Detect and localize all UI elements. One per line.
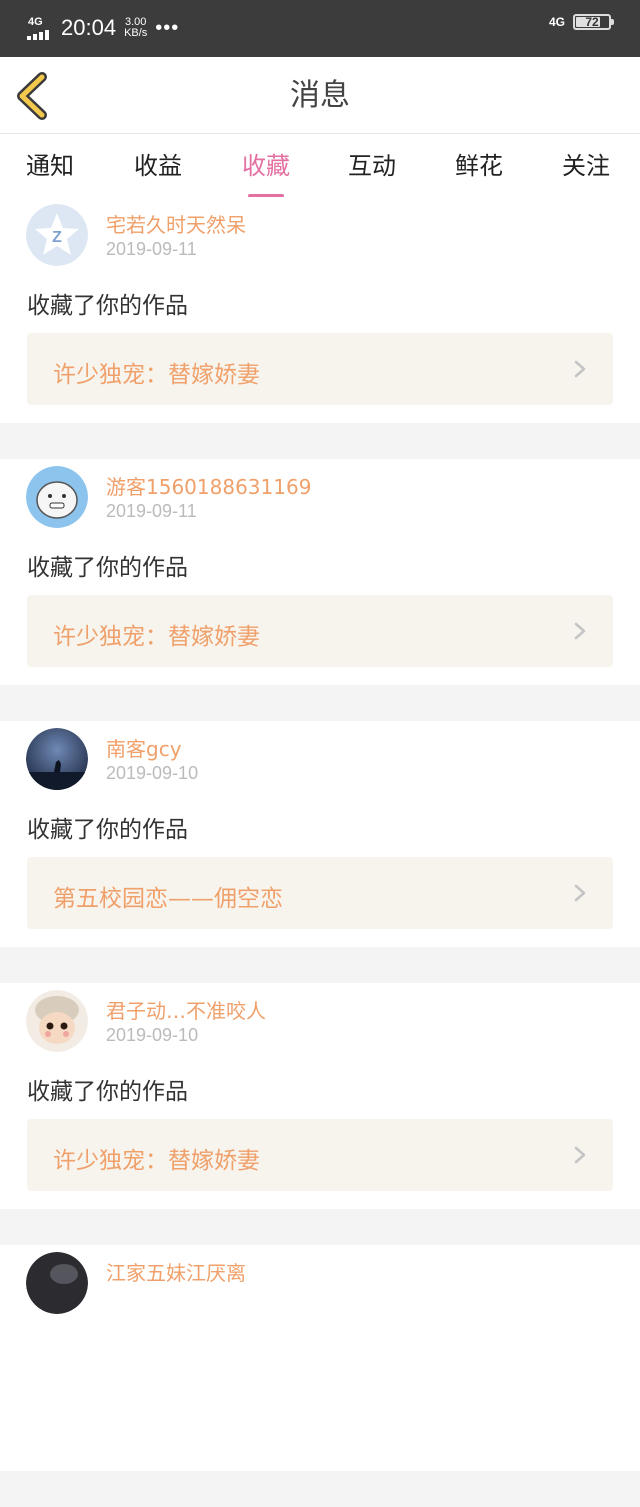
action-text: 收藏了你的作品 bbox=[27, 293, 188, 319]
username[interactable]: 宅若久时天然呆 bbox=[106, 209, 246, 238]
tab-interaction[interactable]: 互动 bbox=[348, 146, 396, 186]
work-link[interactable]: 第五校园恋——佣空恋 bbox=[27, 857, 613, 929]
chevron-right-icon bbox=[574, 1146, 586, 1164]
work-link[interactable]: 许少独宠：替嫁娇妻 bbox=[27, 333, 613, 405]
notification-card: 君子动…不准咬人 2019-09-10 收藏了你的作品 许少独宠：替嫁娇妻 bbox=[0, 983, 640, 1209]
tab-follow[interactable]: 关注 bbox=[562, 146, 610, 186]
work-title: 许少独宠：替嫁娇妻 bbox=[53, 624, 260, 650]
date: 2019-09-11 bbox=[106, 239, 197, 259]
cartoon-avatar-icon[interactable] bbox=[26, 466, 88, 528]
work-title: 许少独宠：替嫁娇妻 bbox=[53, 362, 260, 388]
notification-list: Z 宅若久时天然呆 2019-09-11 收藏了你的作品 许少独宠：替嫁娇妻 游… bbox=[0, 197, 640, 1507]
tab-notice[interactable]: 通知 bbox=[26, 146, 74, 186]
dark-avatar-icon[interactable] bbox=[26, 1252, 88, 1314]
tab-flowers[interactable]: 鲜花 bbox=[455, 146, 503, 186]
username[interactable]: 南客gcy bbox=[106, 733, 182, 762]
notification-card: 江家五妹江厌离 bbox=[0, 1245, 640, 1471]
tab-bar: 通知 收益 收藏 互动 鲜花 关注 bbox=[0, 134, 640, 198]
more-dots-icon: ••• bbox=[155, 16, 180, 39]
signal-icon: 4G bbox=[27, 14, 55, 42]
username[interactable]: 君子动…不准咬人 bbox=[106, 995, 266, 1024]
work-title: 第五校园恋——佣空恋 bbox=[53, 886, 283, 912]
action-text: 收藏了你的作品 bbox=[27, 817, 188, 843]
tab-income[interactable]: 收益 bbox=[134, 146, 182, 186]
network-4g-icon: 4G bbox=[548, 15, 565, 29]
action-text: 收藏了你的作品 bbox=[27, 1079, 188, 1105]
username[interactable]: 江家五妹江厌离 bbox=[106, 1257, 246, 1286]
header: 消息 bbox=[0, 57, 640, 134]
notification-card: 南客gcy 2019-09-10 收藏了你的作品 第五校园恋——佣空恋 bbox=[0, 721, 640, 947]
date: 2019-09-10 bbox=[106, 1025, 199, 1045]
work-link[interactable]: 许少独宠：替嫁娇妻 bbox=[27, 595, 613, 667]
tab-favorites[interactable]: 收藏 bbox=[242, 146, 290, 198]
network-speed: 3.00 KB/s bbox=[124, 16, 148, 39]
action-text: 收藏了你的作品 bbox=[27, 555, 188, 581]
date: 2019-09-11 bbox=[106, 501, 197, 521]
chevron-right-icon bbox=[574, 622, 586, 640]
svg-text:Z: Z bbox=[52, 229, 62, 246]
status-bar: 4G 20:04 3.00 KB/s ••• 4G 72 bbox=[0, 0, 640, 57]
night-wolf-avatar-icon[interactable] bbox=[26, 728, 88, 790]
clock: 20:04 bbox=[61, 15, 117, 40]
notification-card: 游客1560188631169 2019-09-11 收藏了你的作品 许少独宠：… bbox=[0, 459, 640, 685]
page-title: 消息 bbox=[290, 78, 350, 113]
chevron-right-icon bbox=[574, 360, 586, 378]
username[interactable]: 游客1560188631169 bbox=[106, 471, 311, 500]
date: 2019-09-10 bbox=[106, 763, 199, 783]
work-link[interactable]: 许少独宠：替嫁娇妻 bbox=[27, 1119, 613, 1191]
star-avatar-icon[interactable]: Z bbox=[26, 204, 88, 266]
work-title: 许少独宠：替嫁娇妻 bbox=[53, 1148, 260, 1174]
doll-avatar-icon[interactable] bbox=[26, 990, 88, 1052]
notification-card: Z 宅若久时天然呆 2019-09-11 收藏了你的作品 许少独宠：替嫁娇妻 bbox=[0, 197, 640, 423]
battery-icon: 72 bbox=[573, 14, 614, 30]
chevron-right-icon bbox=[574, 884, 586, 902]
